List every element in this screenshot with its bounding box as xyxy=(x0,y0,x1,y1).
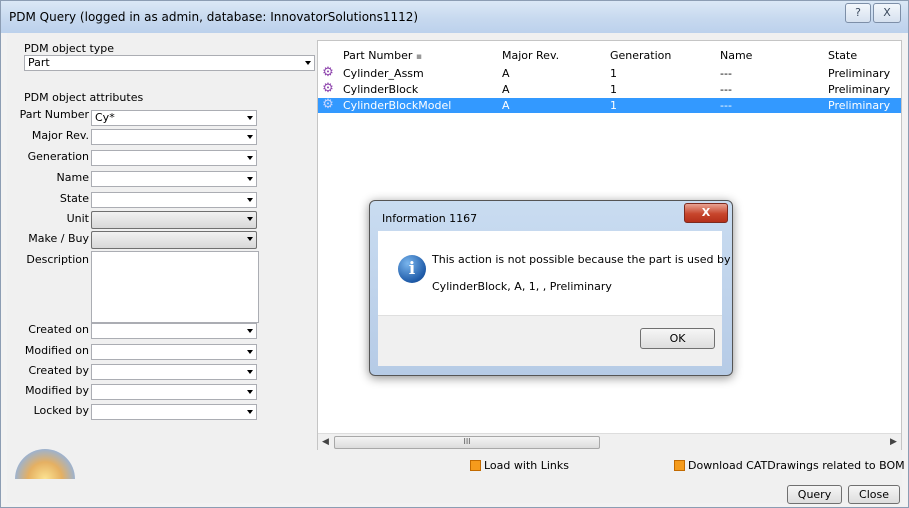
cell-state: Preliminary xyxy=(828,99,891,112)
chevron-down-icon[interactable] xyxy=(247,370,253,374)
make-buy-select[interactable] xyxy=(91,231,257,249)
modified-on-label: Modified on xyxy=(24,344,89,357)
description-label: Description xyxy=(26,253,89,266)
download-drawings-checkbox[interactable] xyxy=(674,460,685,471)
column-header-major-rev[interactable]: Major Rev. xyxy=(502,49,559,62)
window-title: PDM Query (logged in as admin, database:… xyxy=(9,10,419,24)
created-by-label: Created by xyxy=(28,364,89,377)
cell-major-rev: A xyxy=(502,83,510,96)
scroll-right-icon[interactable]: ▶ xyxy=(890,437,897,447)
chevron-down-icon[interactable] xyxy=(247,156,253,160)
information-dialog: Information 1167 X i This action is not … xyxy=(369,200,733,376)
column-header-label: Part Number xyxy=(343,49,413,62)
cell-part-number: Cylinder_Assm xyxy=(343,67,424,80)
dialog-title: Information 1167 xyxy=(382,212,478,225)
gear-assembly-icon: ⚙ xyxy=(322,97,334,112)
dialog-message-line2: CylinderBlock, A, 1, , Preliminary xyxy=(432,280,612,293)
scroll-left-icon[interactable]: ◀ xyxy=(322,437,329,447)
chevron-down-icon xyxy=(247,237,253,241)
attributes-label: PDM object attributes xyxy=(24,91,144,104)
query-button[interactable]: Query xyxy=(787,485,842,504)
unit-select[interactable] xyxy=(91,211,257,229)
chevron-down-icon[interactable] xyxy=(247,135,253,139)
ok-button[interactable]: OK xyxy=(640,328,715,349)
cell-part-number: CylinderBlockModel xyxy=(343,99,452,112)
cell-generation: 1 xyxy=(610,67,617,80)
table-row[interactable]: ⚙ Cylinder_Assm A 1 --- Preliminary xyxy=(318,66,901,81)
column-header-state[interactable]: State xyxy=(828,49,857,62)
gear-assembly-icon: ⚙ xyxy=(322,81,334,96)
object-type-label: PDM object type xyxy=(24,42,115,55)
description-textarea[interactable] xyxy=(91,251,259,323)
chevron-down-icon[interactable] xyxy=(247,177,253,181)
major-rev-field[interactable] xyxy=(91,129,257,145)
chevron-down-icon[interactable] xyxy=(247,198,253,202)
chevron-down-icon[interactable] xyxy=(247,329,253,333)
cell-generation: 1 xyxy=(610,99,617,112)
download-drawings-label: Download CATDrawings related to BOM Part xyxy=(688,459,909,472)
object-type-value: Part xyxy=(28,56,50,69)
locked-by-field[interactable] xyxy=(91,404,257,420)
load-links-checkbox[interactable] xyxy=(470,460,481,471)
chevron-down-icon[interactable] xyxy=(247,410,253,414)
cell-name: --- xyxy=(720,67,732,80)
table-row[interactable]: ⚙ CylinderBlock A 1 --- Preliminary xyxy=(318,82,901,97)
unit-label: Unit xyxy=(66,212,89,225)
state-field[interactable] xyxy=(91,192,257,208)
part-number-value: Cy* xyxy=(95,111,115,124)
gear-assembly-icon: ⚙ xyxy=(322,65,334,80)
name-label: Name xyxy=(56,171,89,184)
generation-field[interactable] xyxy=(91,150,257,166)
chevron-down-icon[interactable] xyxy=(247,116,253,120)
information-icon: i xyxy=(398,255,426,283)
column-header-part-number[interactable]: Part Number ▪ xyxy=(343,49,422,62)
modified-by-field[interactable] xyxy=(91,384,257,400)
cell-generation: 1 xyxy=(610,83,617,96)
scroll-thumb[interactable]: III xyxy=(334,436,600,449)
help-icon[interactable]: ? xyxy=(845,3,871,23)
make-buy-label: Make / Buy xyxy=(28,232,89,245)
name-field[interactable] xyxy=(91,171,257,187)
state-label: State xyxy=(59,192,89,205)
chevron-down-icon[interactable] xyxy=(247,390,253,394)
title-bar: PDM Query (logged in as admin, database:… xyxy=(1,1,908,33)
part-number-label: Part Number xyxy=(19,108,89,121)
cell-major-rev: A xyxy=(502,99,510,112)
sort-icon: ▪ xyxy=(415,52,423,62)
chevron-down-icon xyxy=(305,61,311,65)
chevron-down-icon[interactable] xyxy=(247,350,253,354)
locked-by-label: Locked by xyxy=(33,404,89,417)
dialog-close-icon[interactable]: X xyxy=(684,203,728,223)
dialog-message-line1: This action is not possible because the … xyxy=(432,253,731,266)
modified-by-label: Modified by xyxy=(25,384,89,397)
part-number-field[interactable]: Cy* xyxy=(91,110,257,126)
horizontal-scrollbar[interactable]: ◀ III ▶ xyxy=(318,433,901,450)
pdm-query-window: PDM Query (logged in as admin, database:… xyxy=(0,0,909,508)
object-type-select[interactable]: Part xyxy=(24,55,315,71)
cell-part-number: CylinderBlock xyxy=(343,83,419,96)
close-icon[interactable]: X xyxy=(873,3,901,23)
modified-on-field[interactable] xyxy=(91,344,257,360)
load-links-label: Load with Links xyxy=(484,459,569,472)
chevron-down-icon xyxy=(247,217,253,221)
table-row-selected[interactable]: ⚙ CylinderBlockModel A 1 --- Preliminary xyxy=(318,98,901,113)
cell-state: Preliminary xyxy=(828,67,891,80)
cell-state: Preliminary xyxy=(828,83,891,96)
dialog-message-area: i This action is not possible because th… xyxy=(378,231,731,315)
column-header-name[interactable]: Name xyxy=(720,49,752,62)
generation-label: Generation xyxy=(27,150,89,163)
major-rev-label: Major Rev. xyxy=(31,129,89,142)
created-by-field[interactable] xyxy=(91,364,257,380)
created-on-label: Created on xyxy=(28,323,89,336)
column-header-generation[interactable]: Generation xyxy=(610,49,671,62)
dialog-footer: OK xyxy=(378,315,722,366)
cell-major-rev: A xyxy=(502,67,510,80)
cell-name: --- xyxy=(720,83,732,96)
cell-name: --- xyxy=(720,99,732,112)
close-button[interactable]: Close xyxy=(848,485,900,504)
created-on-field[interactable] xyxy=(91,323,257,339)
